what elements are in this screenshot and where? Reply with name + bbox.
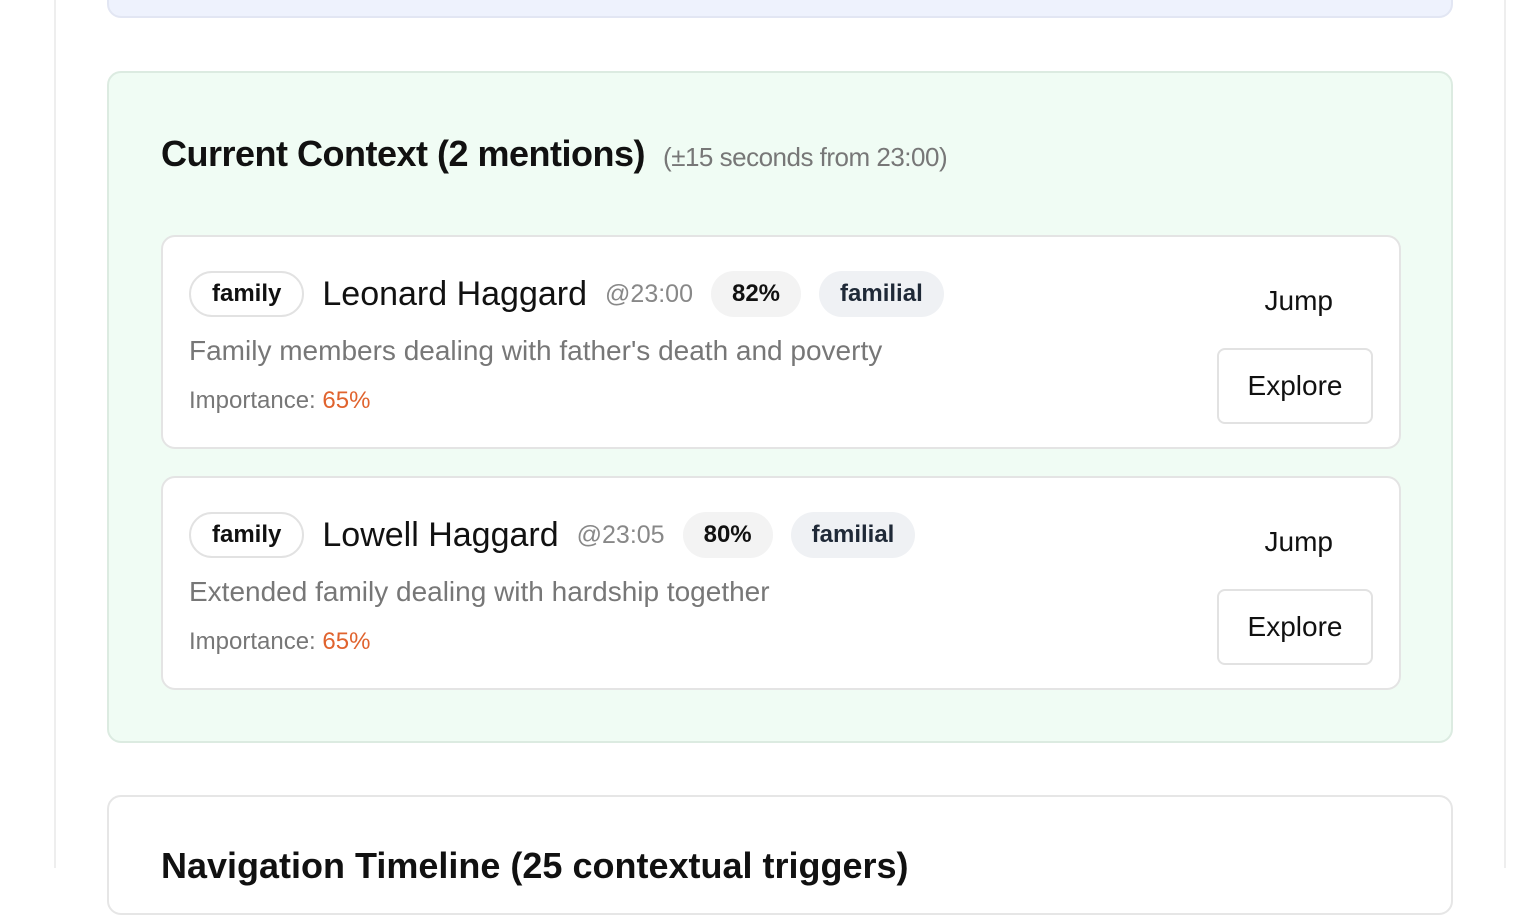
current-context-panel: Current Context (2 mentions) (±15 second… — [107, 71, 1453, 743]
jump-button[interactable]: Jump — [1265, 526, 1333, 558]
explore-button[interactable]: Explore — [1217, 348, 1373, 424]
importance: Importance: 65% — [189, 387, 370, 415]
importance-label: Importance: — [189, 628, 316, 655]
mention-description: Extended family dealing with hardship to… — [189, 576, 770, 607]
jump-button[interactable]: Jump — [1265, 285, 1333, 317]
mention-description: Family members dealing with father's dea… — [189, 335, 883, 366]
confidence-badge: 80% — [682, 512, 773, 558]
importance-value: 65% — [322, 628, 371, 655]
timeline-title: Navigation Timeline (25 contextual trigg… — [161, 845, 909, 886]
relation-badge: familial — [790, 512, 916, 558]
importance: Importance: 65% — [189, 628, 370, 656]
explore-button[interactable]: Explore — [1217, 589, 1373, 665]
category-tag: family — [189, 271, 305, 317]
character-name: Lowell Haggard — [322, 515, 559, 554]
category-tag: family — [189, 512, 305, 558]
mention-card: family Lowell Haggard @23:05 80% familia… — [161, 476, 1401, 690]
importance-value: 65% — [322, 387, 371, 414]
mention-card: family Leonard Haggard @23:00 82% famili… — [161, 235, 1401, 449]
character-name: Leonard Haggard — [322, 274, 588, 313]
confidence-badge: 82% — [710, 271, 802, 317]
navigation-timeline-panel: Navigation Timeline (25 contextual trigg… — [107, 795, 1453, 915]
timestamp: @23:05 — [576, 520, 665, 549]
context-subtitle: (±15 seconds from 23:00) — [663, 142, 948, 172]
importance-label: Importance: — [189, 387, 316, 414]
previous-section-card — [107, 0, 1453, 18]
timestamp: @23:00 — [605, 279, 693, 308]
relation-badge: familial — [819, 271, 944, 317]
context-title: Current Context (2 mentions) — [161, 133, 646, 174]
